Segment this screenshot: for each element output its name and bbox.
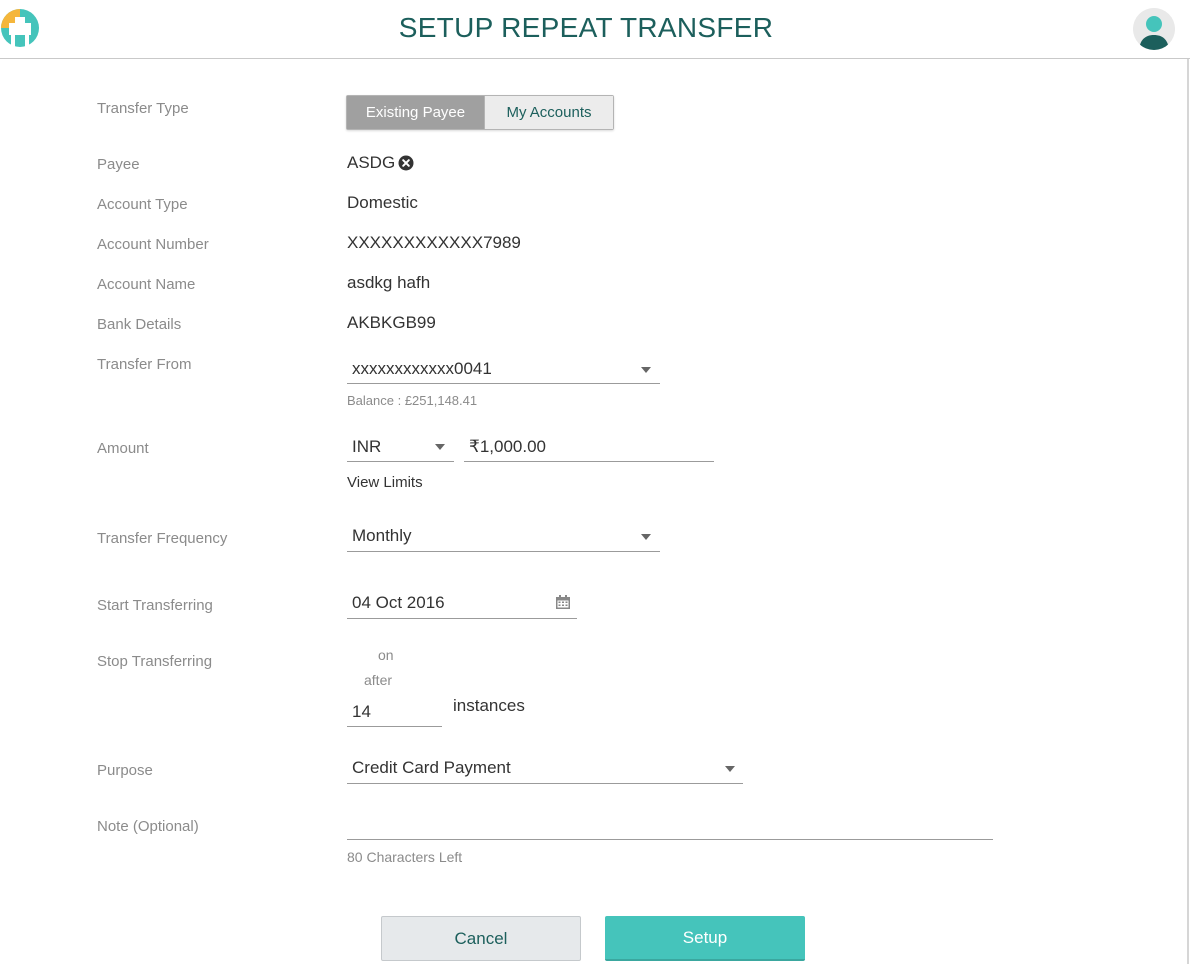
chevron-down-icon xyxy=(641,367,651,373)
app-header: SETUP REPEAT TRANSFER xyxy=(0,0,1190,59)
currency-select[interactable]: INR xyxy=(347,433,454,462)
bank-details-value: AKBKGB99 xyxy=(347,313,436,332)
existing-payee-button[interactable]: Existing Payee xyxy=(347,96,484,129)
transfer-frequency-label: Transfer Frequency xyxy=(97,530,228,547)
instances-label: instances xyxy=(453,696,525,715)
user-avatar-icon[interactable] xyxy=(1133,8,1175,50)
account-number-value: XXXXXXXXXXXX7989 xyxy=(347,233,521,252)
start-date-value: 04 Oct 2016 xyxy=(352,593,445,612)
transfer-from-label: Transfer From xyxy=(97,356,192,373)
close-circle-icon[interactable] xyxy=(398,155,414,171)
note-input[interactable] xyxy=(347,812,993,840)
transfer-from-select[interactable]: xxxxxxxxxxxx0041 xyxy=(347,356,660,384)
account-type-label: Account Type xyxy=(97,196,188,213)
start-date-input[interactable]: 04 Oct 2016 xyxy=(347,590,577,619)
currency-value: INR xyxy=(352,437,382,456)
amount-input[interactable]: ₹1,000.00 xyxy=(464,433,714,462)
transfer-from-value: xxxxxxxxxxxx0041 xyxy=(352,359,492,378)
cancel-button[interactable]: Cancel xyxy=(381,916,581,961)
chevron-down-icon xyxy=(435,444,445,450)
amount-label: Amount xyxy=(97,440,149,457)
bank-details-label: Bank Details xyxy=(97,316,182,333)
stop-option-on[interactable]: on xyxy=(378,647,394,663)
account-name-value: asdkg hafh xyxy=(347,273,431,292)
note-label: Note (Optional) xyxy=(97,818,199,835)
view-limits-link[interactable]: View Limits xyxy=(347,474,423,491)
chevron-down-icon xyxy=(641,534,651,540)
scrollbar-track xyxy=(1187,59,1189,964)
frequency-value: Monthly xyxy=(352,526,412,545)
payee-label: Payee xyxy=(97,156,140,173)
page-title: SETUP REPEAT TRANSFER xyxy=(398,12,774,43)
account-number-label: Account Number xyxy=(97,236,209,253)
stop-option-after[interactable]: after xyxy=(364,672,392,688)
payee-value-row: ASDG xyxy=(347,153,414,173)
purpose-value: Credit Card Payment xyxy=(352,758,511,777)
purpose-label: Purpose xyxy=(97,762,153,779)
chevron-down-icon xyxy=(725,766,735,772)
purpose-select[interactable]: Credit Card Payment xyxy=(347,755,743,784)
stop-transferring-label: Stop Transferring xyxy=(97,653,213,670)
account-name-label: Account Name xyxy=(97,276,196,293)
transfer-type-label: Transfer Type xyxy=(97,100,189,117)
setup-button[interactable]: Setup xyxy=(605,916,805,961)
balance-text: Balance : £251,148.41 xyxy=(347,393,478,408)
account-type-value: Domestic xyxy=(347,193,418,212)
frequency-select[interactable]: Monthly xyxy=(347,523,660,552)
transfer-type-toggle: Existing Payee My Accounts xyxy=(346,95,614,130)
start-transferring-label: Start Transferring xyxy=(97,597,213,614)
payee-name: ASDG xyxy=(347,153,396,172)
amount-value: ₹1,000.00 xyxy=(469,437,546,456)
my-accounts-button[interactable]: My Accounts xyxy=(484,96,613,129)
calendar-icon[interactable] xyxy=(555,594,571,610)
instances-value: 14 xyxy=(352,702,371,721)
note-chars-left: 80 Characters Left xyxy=(347,849,463,865)
instances-input[interactable]: 14 xyxy=(347,698,442,727)
